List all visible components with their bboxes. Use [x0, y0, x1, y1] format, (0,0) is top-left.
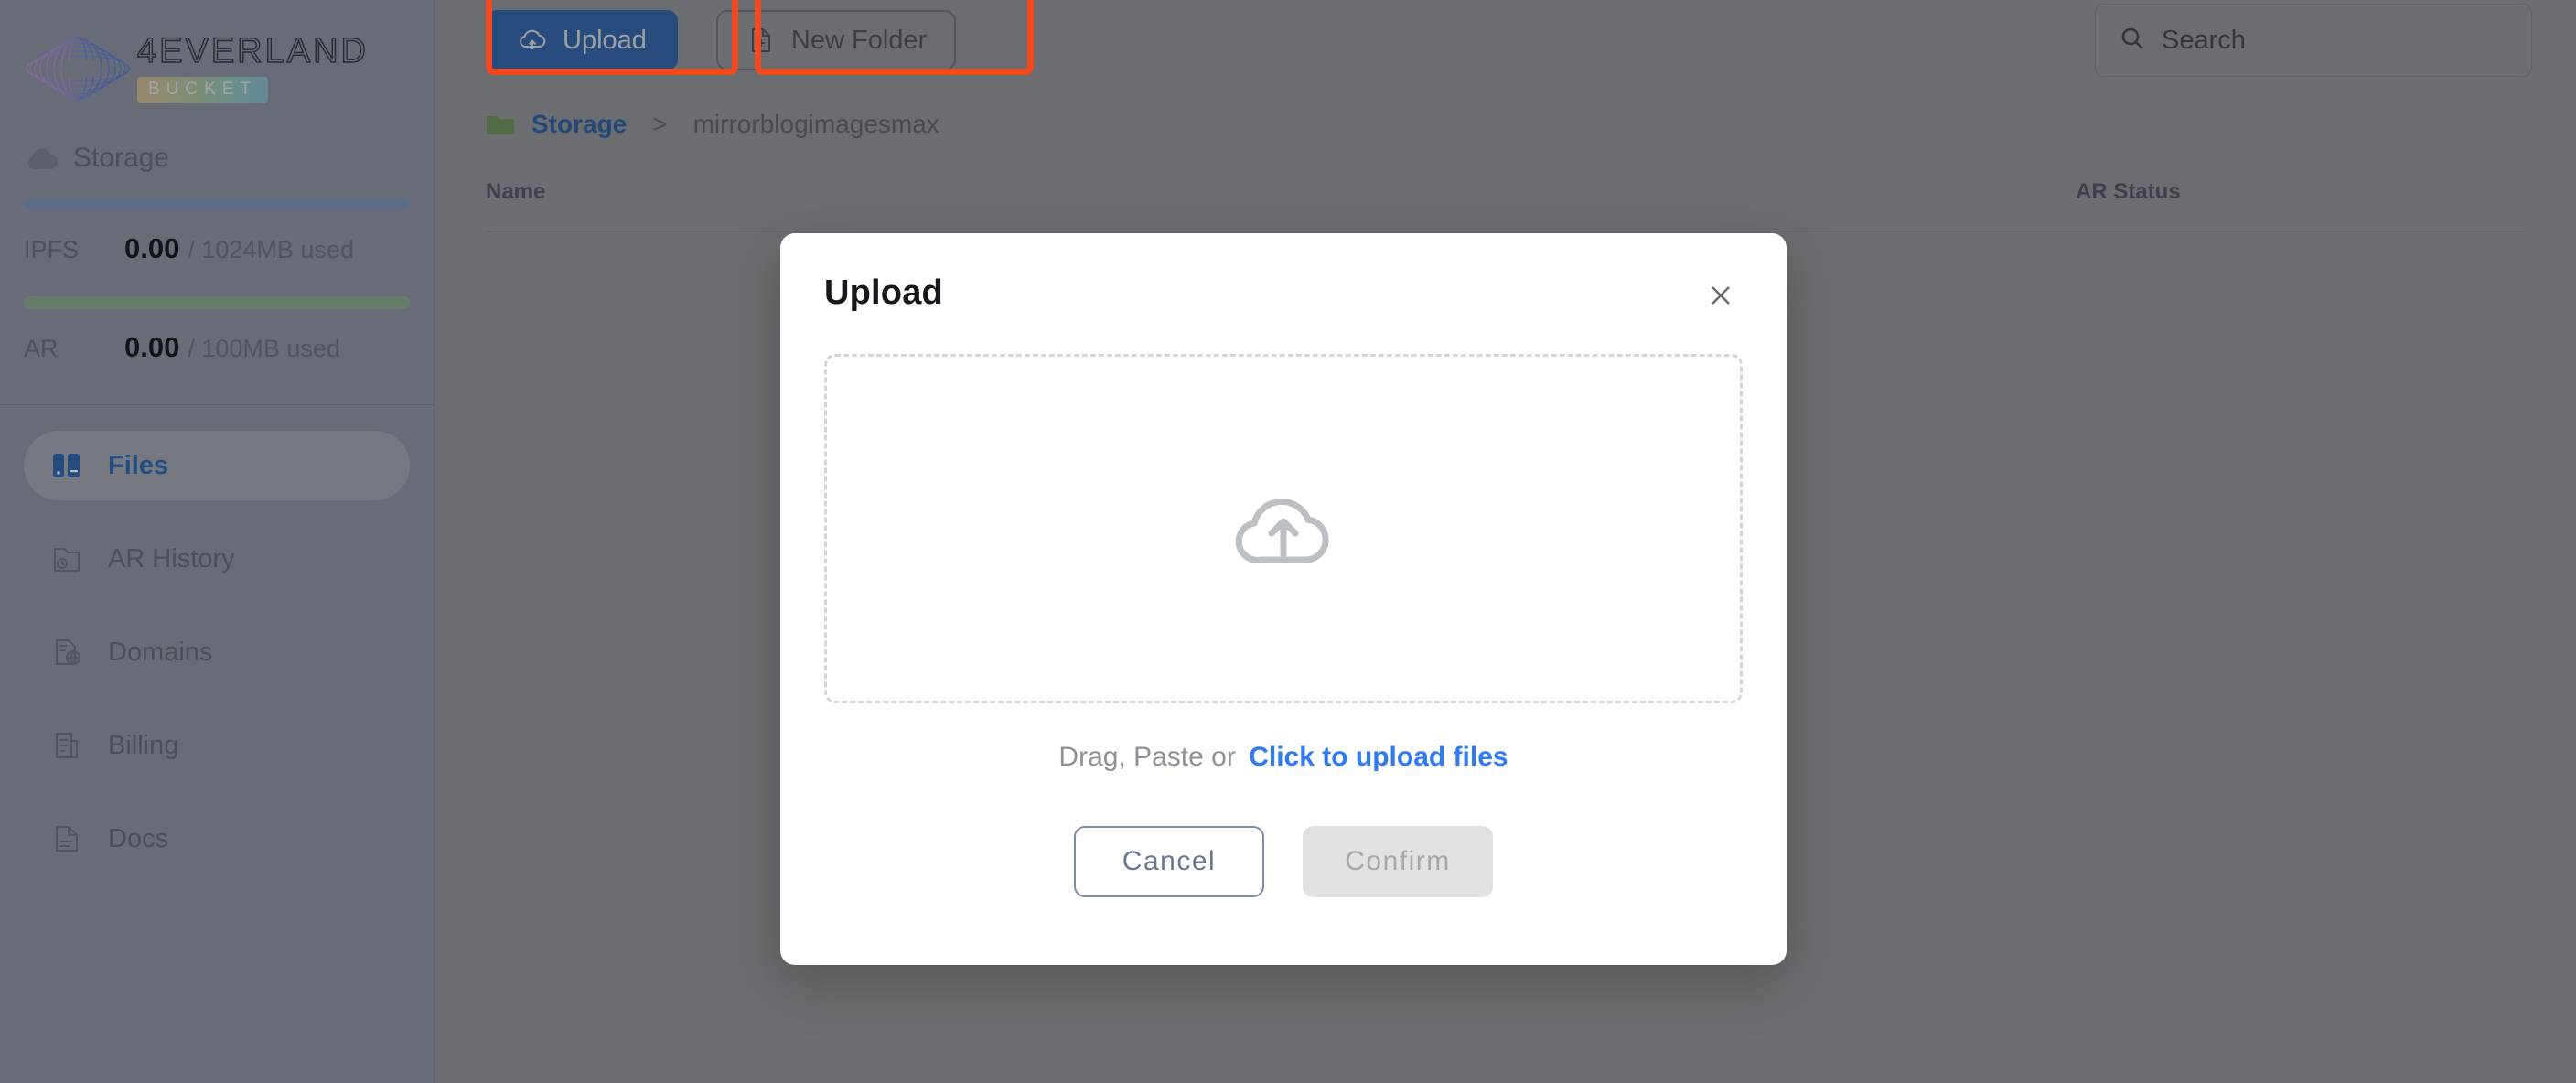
close-icon[interactable] [1699, 273, 1743, 317]
upload-dropzone[interactable] [824, 354, 1743, 703]
upload-modal: Upload Drag, Paste or Click to upload fi… [780, 233, 1787, 965]
confirm-button[interactable]: Confirm [1303, 826, 1493, 897]
click-to-upload-link[interactable]: Click to upload files [1249, 742, 1508, 772]
dropzone-hint-prefix: Drag, Paste or [1058, 742, 1236, 772]
app-root: 4EVERLAND BUCKET Storage IPFS 0.00 / 102… [0, 0, 2576, 1083]
dropzone-hint: Drag, Paste or Click to upload files [824, 742, 1743, 773]
modal-title: Upload [824, 273, 943, 312]
cloud-upload-icon [1228, 483, 1339, 574]
modal-actions: Cancel Confirm [824, 826, 1743, 897]
cancel-button[interactable]: Cancel [1074, 826, 1264, 897]
modal-header: Upload [824, 273, 1743, 317]
